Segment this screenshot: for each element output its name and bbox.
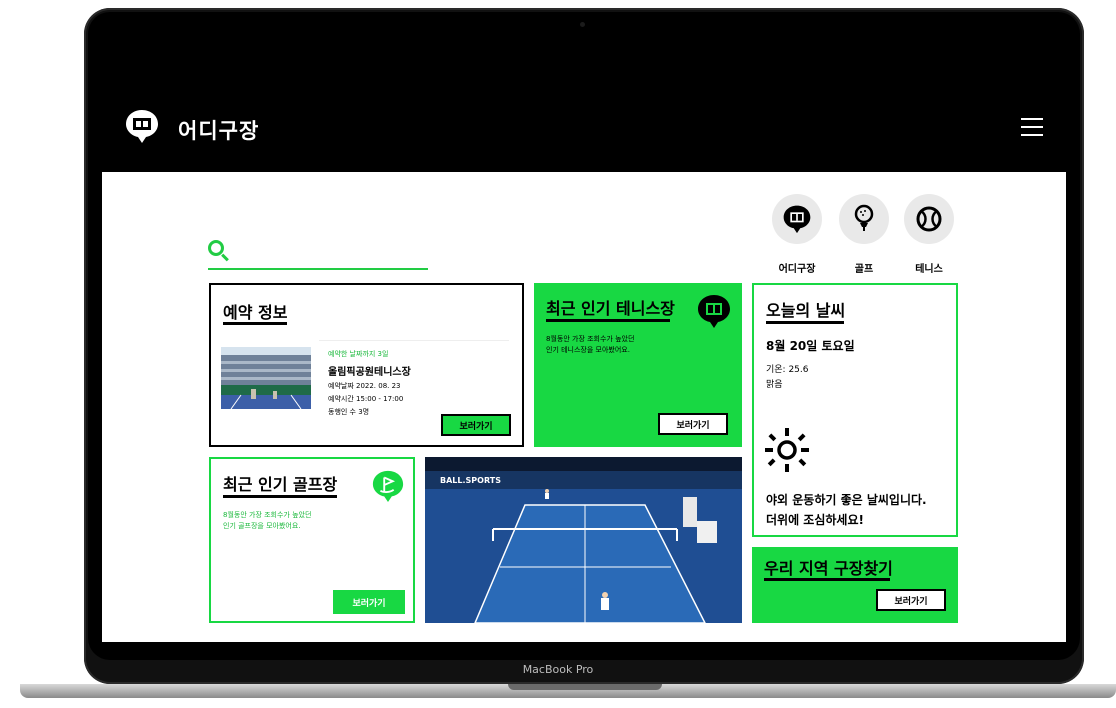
category-golf[interactable]: 골프 — [838, 194, 890, 275]
category-label: 어디구장 — [778, 264, 816, 275]
venue-name: 올림픽공원테니스장 — [328, 367, 411, 378]
logo-icon[interactable] — [124, 108, 160, 144]
laptop-notch — [508, 684, 662, 690]
tennis-card-title: 최근 인기 테니스장 — [546, 299, 675, 318]
weather-date: 8월 20일 토요일 — [766, 339, 855, 353]
divider — [319, 340, 509, 341]
tennis-view-button[interactable]: 보러가기 — [658, 413, 728, 435]
hamburger-menu-icon[interactable] — [1021, 118, 1043, 138]
category-label: 테니스 — [915, 264, 943, 275]
tennis-ball-icon — [916, 206, 942, 232]
stadium-photo — [221, 347, 311, 409]
title-underline — [223, 322, 287, 325]
popular-golf-card[interactable]: 최근 인기 골프장 8월동안 가장 조회수가 높았던 인기 골프장을 모아봤어요… — [209, 457, 415, 623]
court-pin-icon — [783, 205, 811, 234]
golf-view-button[interactable]: 보러가기 — [333, 590, 405, 614]
weather-card: 오늘의 날씨 8월 20일 토요일 기온: 25.6 맑음 야외 운동하기 좋은… — [752, 283, 958, 537]
reservation-time: 예약시간 15:00 - 17:00 — [328, 395, 404, 403]
title-underline — [223, 495, 337, 498]
category-tennis[interactable]: 테니스 — [903, 194, 955, 275]
reservation-card: 예약 정보 예약한 날짜까지 3일 올림픽공원테니스장 예약날짜 2022. 0… — [209, 283, 524, 447]
dday-label: 예약한 날짜까지 3일 — [328, 350, 389, 358]
local-court-finder-card[interactable]: 우리 지역 구장찾기 보러가기 — [752, 547, 958, 623]
search-icon — [208, 240, 224, 256]
sun-icon — [765, 428, 809, 472]
golf-icon — [854, 204, 874, 231]
reservation-date: 예약날짜 2022. 08. 23 — [328, 382, 401, 390]
court-pin-icon — [698, 295, 730, 328]
photo-caption: BALL.SPORTS — [440, 476, 501, 485]
device-label: MacBook Pro — [522, 663, 594, 676]
title-underline — [764, 578, 890, 581]
golf-card-title: 최근 인기 골프장 — [223, 475, 338, 494]
reservation-view-button[interactable]: 보러가기 — [441, 414, 511, 436]
title-underline — [546, 319, 670, 322]
weather-condition: 맑음 — [766, 380, 783, 390]
weather-title: 오늘의 날씨 — [766, 301, 846, 320]
popular-tennis-card[interactable]: 최근 인기 테니스장 8월동안 가장 조회수가 높았던 인기 테니스장을 모아봤… — [534, 283, 742, 447]
golf-desc-2: 인기 골프장을 모아봤어요. — [223, 522, 301, 530]
golf-flag-pin-icon — [372, 470, 404, 503]
weather-message-2: 더위에 조심하세요! — [766, 513, 864, 527]
local-view-button[interactable]: 보러가기 — [876, 589, 946, 611]
category-label: 골프 — [854, 264, 874, 275]
camera — [580, 22, 585, 27]
title-underline — [766, 321, 844, 324]
search-field[interactable] — [208, 238, 428, 270]
reservation-title: 예약 정보 — [223, 303, 288, 322]
weather-temp: 기온: 25.6 — [766, 365, 809, 375]
brand-name[interactable]: 어디구장 — [178, 115, 259, 145]
weather-message: 야외 운동하기 좋은 날씨입니다. — [766, 493, 927, 507]
tennis-desc-2: 인기 테니스장을 모아봤어요. — [546, 346, 630, 354]
companions-count: 동행인 수 3명 — [328, 408, 370, 416]
category-court[interactable]: 어디구장 — [771, 194, 823, 275]
local-finder-title: 우리 지역 구장찾기 — [764, 559, 893, 578]
